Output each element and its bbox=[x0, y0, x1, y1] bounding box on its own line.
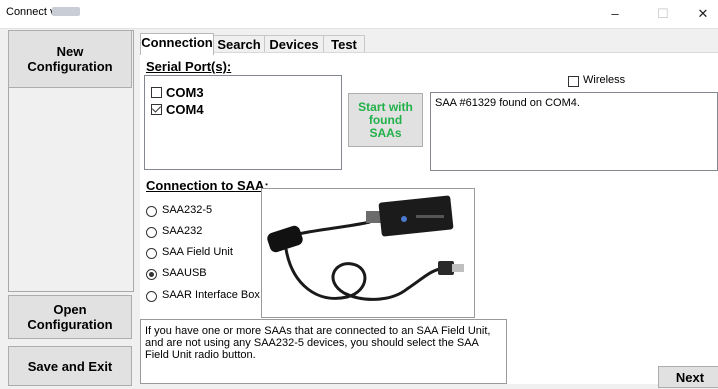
connection-info-box: If you have one or more SAAs that are co… bbox=[140, 319, 507, 384]
saausb-radio[interactable] bbox=[146, 269, 157, 280]
save-and-exit-button[interactable]: Save and Exit bbox=[8, 346, 132, 386]
connection-info-text: If you have one or more SAAs that are co… bbox=[145, 325, 491, 361]
open-configuration-label-1: Open bbox=[53, 302, 87, 317]
version-redacted bbox=[52, 7, 80, 16]
new-configuration-label-1: New bbox=[56, 44, 84, 59]
sidebar: New Configuration Open Configuration Sav… bbox=[8, 30, 134, 386]
status-log[interactable]: SAA #61329 found on COM4. bbox=[430, 92, 718, 171]
com3-checkbox[interactable] bbox=[151, 87, 162, 98]
start-button-line-2: found bbox=[368, 112, 403, 127]
com4-label: COM4 bbox=[166, 102, 204, 117]
connection-to-saa-title: Connection to SAA: bbox=[146, 178, 269, 193]
saar-interface-box-radio[interactable] bbox=[146, 291, 157, 302]
saar-interface-box-label: SAAR Interface Box bbox=[162, 289, 260, 301]
saa232-label: SAA232 bbox=[162, 225, 203, 237]
saa-field-unit-label: SAA Field Unit bbox=[162, 246, 233, 258]
com4-checkbox[interactable] bbox=[151, 104, 162, 115]
connection-panel: Serial Port(s): COM3 COM4 Start with fou… bbox=[140, 52, 718, 388]
wireless-checkbox[interactable] bbox=[568, 76, 579, 87]
status-log-text: SAA #61329 found on COM4. bbox=[435, 97, 580, 109]
start-button-line-1: Start with bbox=[358, 99, 413, 114]
serial-port-list: COM3 COM4 bbox=[144, 75, 342, 170]
com3-label: COM3 bbox=[166, 85, 204, 100]
wireless-label: Wireless bbox=[583, 74, 626, 86]
new-configuration-button[interactable]: New Configuration bbox=[8, 30, 132, 88]
save-and-exit-label: Save and Exit bbox=[27, 358, 113, 374]
saa-field-unit-radio[interactable] bbox=[146, 248, 157, 259]
title-bar: Connect v. – ☐ ✕ bbox=[0, 0, 718, 29]
tab-connection[interactable]: Connection bbox=[140, 33, 214, 55]
window-title: Connect v. bbox=[6, 6, 58, 18]
open-configuration-label-2: Configuration bbox=[27, 317, 113, 332]
minimize-icon[interactable]: – bbox=[600, 4, 630, 24]
open-configuration-button[interactable]: Open Configuration bbox=[8, 295, 132, 339]
saa232-5-label: SAA232-5 bbox=[162, 204, 213, 216]
usb-cable-device-icon bbox=[267, 195, 464, 301]
saausb-device-image bbox=[261, 188, 475, 318]
saa232-5-radio[interactable] bbox=[146, 206, 157, 217]
maximize-icon[interactable]: ☐ bbox=[648, 4, 678, 24]
start-with-found-saas-button[interactable]: Start with found SAAs bbox=[348, 93, 423, 147]
serial-ports-title: Serial Port(s): bbox=[146, 59, 232, 74]
saa232-radio[interactable] bbox=[146, 227, 157, 238]
saausb-label: SAAUSB bbox=[162, 267, 207, 279]
close-icon[interactable]: ✕ bbox=[688, 4, 718, 24]
new-configuration-label-2: Configuration bbox=[27, 59, 113, 74]
start-button-line-3: SAAs bbox=[369, 125, 402, 140]
next-button[interactable]: Next bbox=[658, 366, 718, 388]
